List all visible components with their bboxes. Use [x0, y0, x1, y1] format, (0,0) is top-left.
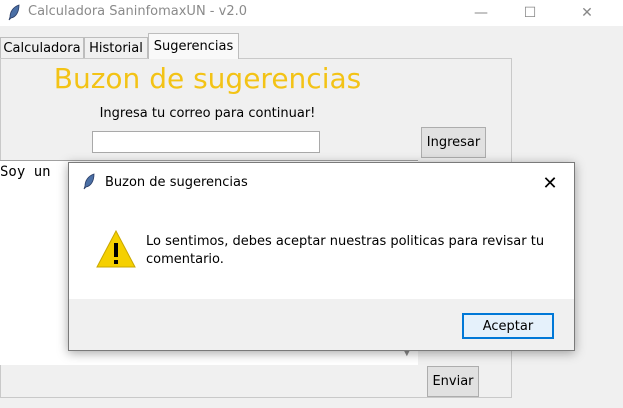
alert-dialog: Buzon de sugerencias ✕ Lo sentimos, debe…: [68, 162, 575, 351]
dialog-message: Lo sentimos, debes aceptar nuestras poli…: [146, 234, 545, 267]
email-field[interactable]: [92, 131, 320, 153]
tab-calculadora[interactable]: Calculadora: [0, 37, 84, 58]
maximize-button[interactable]: ☐: [507, 0, 553, 26]
comment-text: Soy un: [0, 164, 51, 180]
minimize-button[interactable]: —: [458, 0, 504, 26]
tab-sugerencias[interactable]: Sugerencias: [148, 33, 239, 59]
tab-historial[interactable]: Historial: [84, 37, 148, 58]
warning-icon: [95, 229, 137, 273]
dialog-close-button[interactable]: ✕: [534, 168, 566, 198]
dialog-title: Buzon de sugerencias: [105, 175, 248, 190]
send-button[interactable]: Enviar: [427, 366, 479, 397]
page-title: Buzon de sugerencias: [53, 62, 362, 95]
login-button[interactable]: Ingresar: [421, 127, 486, 158]
feather-icon: [7, 4, 21, 25]
feather-icon: [82, 173, 96, 194]
email-prompt: Ingresa tu correo para continuar!: [99, 106, 316, 121]
accept-button[interactable]: Aceptar: [462, 313, 554, 339]
close-button[interactable]: ✕: [564, 0, 610, 26]
window-title: Calculadora SaninfomaxUN - v2.0: [28, 4, 247, 19]
